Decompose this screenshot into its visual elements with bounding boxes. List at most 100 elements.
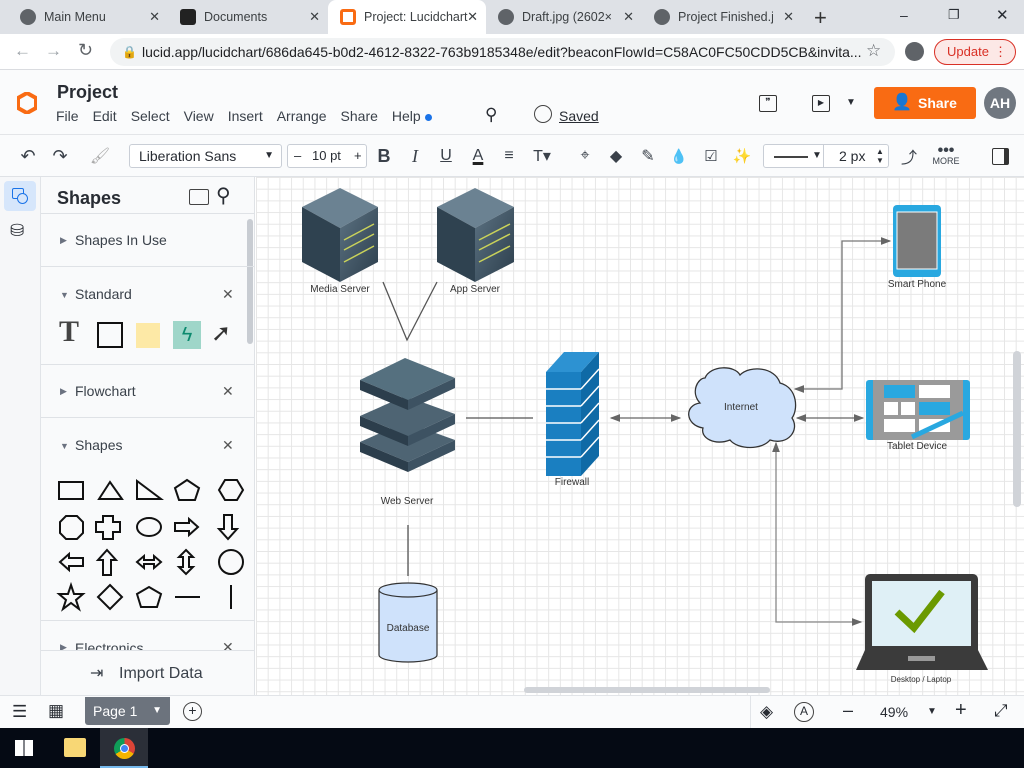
grid-view-icon[interactable]: ▦ (48, 701, 64, 721)
restore-button[interactable]: ❐ (948, 7, 960, 23)
position-icon[interactable]: ⌖ (574, 135, 596, 177)
line-width-stepper-icon[interactable]: ▲ ▼ (876, 147, 884, 165)
menu-view[interactable]: View (184, 108, 214, 124)
present-dropdown-icon[interactable]: ▼ (846, 97, 856, 108)
menu-file[interactable]: File (56, 108, 79, 124)
close-tab-icon[interactable]: ✕ (783, 9, 794, 25)
zoom-level[interactable]: 49% (880, 704, 908, 720)
increase-font-button[interactable]: + (354, 145, 362, 167)
update-button[interactable]: Update ⋮ (934, 39, 1016, 65)
share-button[interactable]: 👤 Share (874, 87, 976, 119)
web-server-node[interactable]: Web Server (360, 358, 455, 507)
redo-icon[interactable]: ↷ (48, 135, 72, 177)
zoom-dropdown-icon[interactable]: ▼ (927, 706, 937, 717)
diagram-canvas[interactable]: Media Server App Server Web Server Firew… (256, 177, 1024, 695)
tab-documents[interactable]: Documents ✕ (168, 0, 328, 34)
fullscreen-icon[interactable]: ⤢ (994, 701, 1008, 721)
import-data-button[interactable]: ⇥ Import Data (41, 650, 254, 695)
arrow-shape[interactable]: ➚ (211, 319, 231, 348)
close-tab-icon[interactable]: ✕ (149, 9, 160, 25)
navigation-icon[interactable]: A (794, 702, 814, 722)
connector-style-icon[interactable]: ⤴ (898, 135, 920, 177)
close-section-icon[interactable]: ✕ (222, 383, 234, 400)
text-color-button[interactable]: A (468, 135, 488, 177)
connector-internet-laptop[interactable] (772, 441, 863, 626)
undo-icon[interactable]: ↶ (16, 135, 40, 177)
laptop-node[interactable]: Desktop / Laptop (856, 574, 988, 684)
menu-help[interactable]: Help (392, 108, 421, 124)
app-server-node[interactable]: App Server (437, 188, 514, 295)
tab-project-finished[interactable]: Project Finished.jpg✕ (642, 0, 802, 34)
database-node[interactable]: Database (378, 582, 438, 663)
file-explorer-icon[interactable] (64, 738, 86, 757)
tablet-node[interactable]: Tablet Device (866, 380, 970, 452)
chrome-taskbar-button[interactable] (100, 728, 148, 768)
section-shapes-in-use[interactable]: ▶ Shapes In Use (41, 213, 254, 266)
layers-icon[interactable]: ◈ (760, 702, 773, 722)
avatar[interactable]: AH (984, 87, 1016, 119)
close-section-icon[interactable]: ✕ (222, 437, 234, 454)
underline-button[interactable]: U (436, 135, 456, 177)
horizontal-scrollbar[interactable] (524, 687, 770, 693)
smart-phone-node[interactable]: Smart Phone (888, 205, 947, 290)
menu-edit[interactable]: Edit (93, 108, 117, 124)
right-panel-toggle-icon[interactable] (990, 135, 1010, 177)
image-icon[interactable] (189, 189, 209, 205)
menu-select[interactable]: Select (131, 108, 170, 124)
opacity-icon[interactable]: 💧 (668, 135, 690, 177)
zoom-out-button[interactable]: – (843, 700, 853, 721)
bold-button[interactable]: B (374, 135, 394, 177)
menu-share[interactable]: Share (341, 108, 378, 124)
connector-servers-to-web[interactable] (382, 281, 438, 342)
collapse-arrow-icon[interactable]: ▼ (60, 290, 69, 300)
bookmark-star-icon[interactable]: ☆ (866, 41, 881, 61)
collapse-arrow-icon[interactable]: ▼ (60, 441, 69, 451)
back-icon[interactable]: ← (14, 41, 31, 61)
basic-shapes-grid[interactable] (55, 472, 245, 614)
lightning-shape[interactable]: ϟ (173, 321, 201, 349)
magic-wand-icon[interactable]: ✨ (731, 135, 753, 177)
shapes-panel-button[interactable] (4, 181, 36, 211)
windows-start-icon[interactable] (15, 740, 33, 756)
menu-arrange[interactable]: Arrange (277, 108, 327, 124)
tab-draft[interactable]: Draft.jpg (2602×1 ✕ (486, 0, 642, 34)
tab-project-lucidchart[interactable]: Project: Lucidchart ✕ (328, 0, 486, 34)
tab-main-menu[interactable]: Main Menu ✕ (8, 0, 168, 34)
section-flowchart[interactable]: ▶ Flowchart ✕ (41, 364, 254, 417)
binoculars-icon[interactable]: ⚲ (485, 105, 497, 125)
close-tab-icon[interactable]: ✕ (623, 9, 634, 25)
vertical-scrollbar[interactable] (1013, 351, 1021, 507)
italic-button[interactable]: I (405, 135, 425, 177)
list-view-icon[interactable]: ☰ (12, 702, 27, 722)
firewall-node[interactable]: Firewall (546, 352, 600, 488)
close-section-icon[interactable]: ✕ (222, 286, 234, 303)
conditional-format-icon[interactable]: ☑ (700, 135, 722, 177)
line-style-select[interactable]: ▼ 2 px ▲ ▼ (763, 144, 889, 168)
text-shape[interactable]: T (59, 315, 79, 349)
search-icon[interactable]: ⚲ (216, 183, 231, 208)
connector-internet-phone[interactable] (793, 237, 892, 393)
zoom-in-button[interactable]: + (955, 699, 967, 722)
new-tab-button[interactable]: + (814, 5, 827, 31)
close-tab-icon[interactable]: ✕ (467, 9, 478, 25)
media-server-node[interactable]: Media Server (302, 188, 378, 295)
close-tab-icon[interactable]: ✕ (309, 9, 320, 25)
page-menu-icon[interactable]: ▼ (152, 697, 162, 725)
more-button[interactable]: ••• MORE (928, 135, 964, 177)
comments-icon[interactable]: ❞ (759, 95, 777, 112)
align-icon[interactable]: ≡ (499, 135, 519, 177)
rectangle-shape[interactable] (97, 322, 123, 348)
sticky-note-shape[interactable] (136, 323, 160, 348)
text-options-icon[interactable]: T▾ (530, 135, 554, 177)
add-page-icon[interactable]: + (183, 702, 202, 721)
format-painter-icon[interactable]: 🖌 (88, 135, 112, 177)
line-color-icon[interactable]: ✎ (637, 135, 659, 177)
decrease-font-button[interactable]: – (294, 145, 301, 167)
profile-icon[interactable] (905, 42, 924, 61)
lucidchart-logo-icon[interactable] (17, 92, 37, 114)
url-input[interactable]: 🔒 lucid.app/lucidchart/686da645-b0d2-4612… (110, 38, 895, 66)
present-icon[interactable]: ▶ (812, 95, 830, 112)
saved-status[interactable]: Saved (559, 108, 599, 124)
reload-icon[interactable]: ↻ (78, 40, 93, 61)
menu-insert[interactable]: Insert (228, 108, 263, 124)
